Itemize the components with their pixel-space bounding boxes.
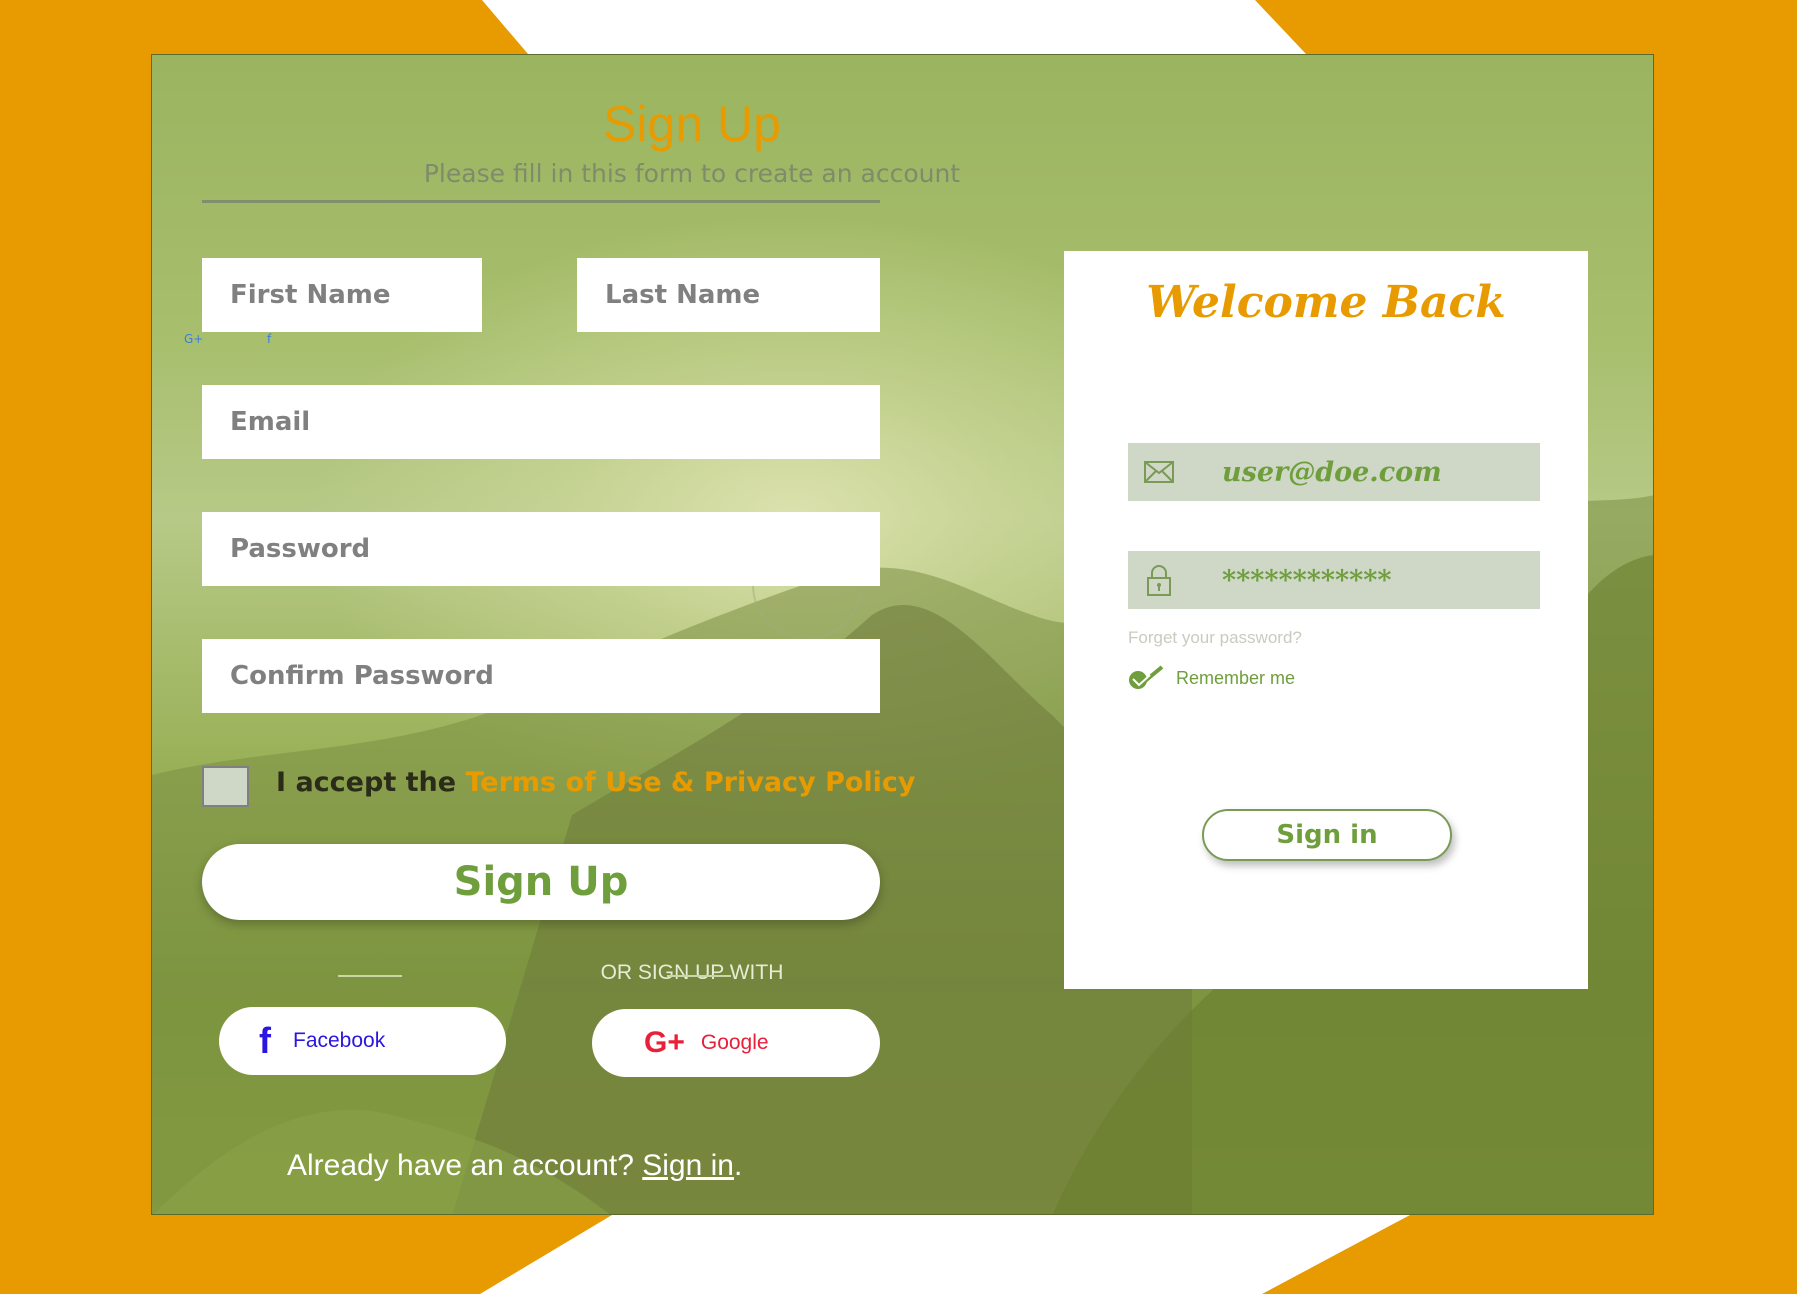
envelope-icon xyxy=(1128,461,1190,483)
remember-me-label: Remember me xyxy=(1176,667,1296,688)
accept-prefix: I accept the xyxy=(276,767,466,798)
google-label: Google xyxy=(700,1031,769,1054)
signin-email-value: user@doe.com xyxy=(1222,456,1442,488)
or-divider-right xyxy=(667,975,731,977)
confirm-password-field[interactable] xyxy=(202,639,880,713)
confirm-password-input[interactable] xyxy=(228,660,880,692)
auth-panel: Sign Up Please fill in this form to crea… xyxy=(151,54,1654,1215)
signup-title: Sign Up xyxy=(603,96,781,152)
signin-link[interactable]: Sign in xyxy=(642,1149,734,1182)
already-have-account: Already have an account? Sign in. xyxy=(287,1149,742,1183)
remember-me[interactable]: Remember me xyxy=(1128,665,1295,691)
already-suffix: . xyxy=(733,1149,743,1182)
first-name-field[interactable] xyxy=(202,258,482,332)
facebook-label: Facebook xyxy=(293,1029,386,1052)
email-field[interactable] xyxy=(202,385,880,459)
facebook-button[interactable]: f Facebook xyxy=(219,1007,506,1075)
signin-password-value: ************ xyxy=(1222,564,1392,596)
accept-terms-checkbox[interactable] xyxy=(202,766,249,807)
google-icon: G+ xyxy=(644,1026,685,1059)
google-button[interactable]: G+ Google xyxy=(592,1009,880,1077)
signup-subtitle: Please fill in this form to create an ac… xyxy=(423,159,961,188)
signin-button[interactable]: Sign in xyxy=(1202,809,1452,861)
signup-button[interactable]: Sign Up xyxy=(202,844,880,920)
tiny-google-icon: G+ xyxy=(184,332,204,346)
password-input[interactable] xyxy=(228,533,880,565)
already-text: Already have an account? xyxy=(287,1149,643,1182)
forgot-password-link[interactable]: Forget your password? xyxy=(1128,628,1302,648)
last-name-field[interactable] xyxy=(577,258,880,332)
last-name-input[interactable] xyxy=(603,279,880,311)
password-field[interactable] xyxy=(202,512,880,586)
accept-terms-label: I accept the Terms of Use & Privacy Poli… xyxy=(276,767,916,798)
lock-icon xyxy=(1128,564,1190,596)
checkmark-icon[interactable] xyxy=(1128,665,1164,691)
first-name-input[interactable] xyxy=(228,279,482,311)
or-sign-up-with: OR SIGN UP WITH xyxy=(600,961,784,984)
tiny-facebook-icon: f xyxy=(267,332,272,346)
signin-password-field[interactable]: ************ xyxy=(1128,551,1540,609)
welcome-back-title: Welcome Back xyxy=(1146,277,1506,328)
signin-card: Welcome Back user@doe.com ************ F… xyxy=(1064,251,1588,989)
email-input[interactable] xyxy=(228,406,880,438)
title-divider xyxy=(202,200,880,203)
facebook-icon: f xyxy=(259,1020,271,1061)
terms-link[interactable]: Terms of Use & Privacy Policy xyxy=(465,767,915,798)
signin-email-field[interactable]: user@doe.com xyxy=(1128,443,1540,501)
